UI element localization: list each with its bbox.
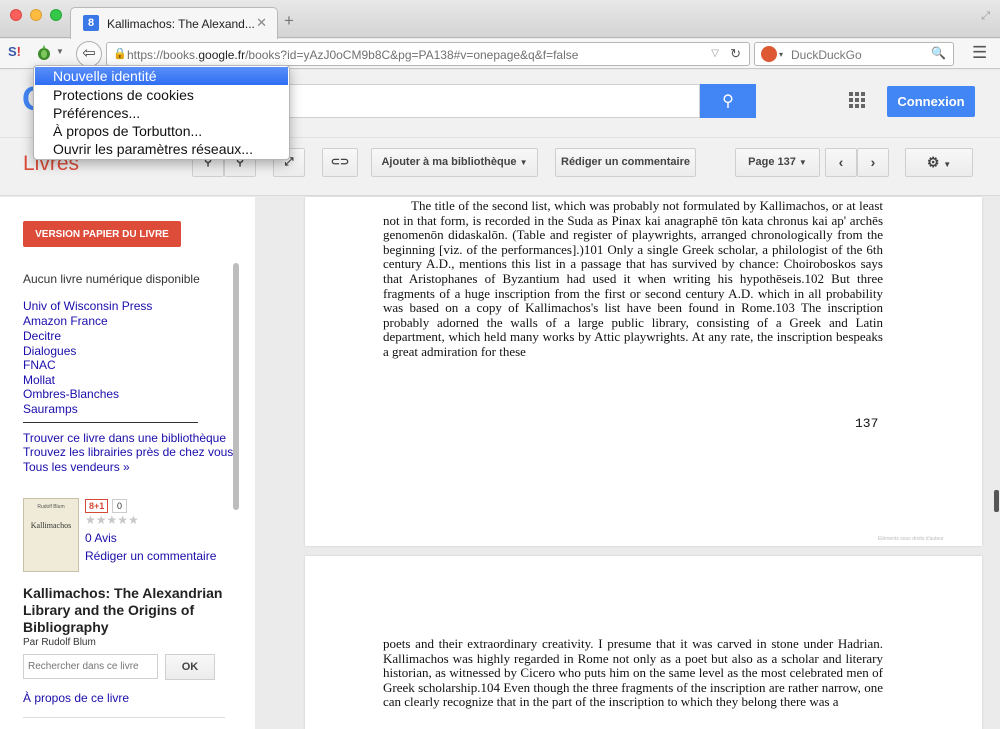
find-bookstores-link[interactable]: Trouvez les librairies près de chez vous bbox=[23, 445, 233, 459]
new-tab-button[interactable]: + bbox=[284, 11, 294, 31]
seller-link[interactable]: FNAC bbox=[23, 358, 56, 372]
add-to-library-button[interactable]: Ajouter à ma bibliothèque ▼ bbox=[371, 148, 538, 177]
seller-link[interactable]: Dialogues bbox=[23, 344, 76, 358]
seller-link[interactable]: Sauramps bbox=[23, 402, 78, 416]
all-sellers-link[interactable]: Tous les vendeurs » bbox=[23, 460, 130, 474]
settings-button[interactable]: ⚙ ▼ bbox=[905, 148, 973, 177]
copyright-note: Éléments sous droits d'auteur bbox=[878, 536, 944, 542]
page-scrollbar[interactable] bbox=[994, 490, 999, 512]
divider bbox=[23, 422, 198, 423]
fullscreen-icon[interactable]: ⤢ bbox=[981, 10, 990, 23]
url-text: https://books.google.fr/books?id=yAzJ0oC… bbox=[127, 48, 579, 62]
google-search-button[interactable]: ⚲ bbox=[700, 84, 756, 118]
chevron-down-icon: ▼ bbox=[798, 158, 807, 167]
about-book-link[interactable]: À propos de ce livre bbox=[23, 691, 129, 705]
search-engine-placeholder: DuckDuckGo bbox=[791, 48, 862, 62]
google-books-favicon-icon: 8 bbox=[83, 15, 99, 31]
zoom-window-button[interactable] bbox=[50, 9, 62, 21]
gear-icon: ⚙ bbox=[926, 154, 940, 170]
previous-page-button[interactable]: ‹ bbox=[825, 148, 857, 177]
search-icon: ⚲ bbox=[722, 93, 734, 110]
book-author: Par Rudolf Blum bbox=[23, 637, 96, 648]
link-button[interactable]: ⊂⊃ bbox=[322, 148, 358, 177]
lock-icon: 🔒 bbox=[113, 48, 127, 60]
seller-link[interactable]: Ombres-Blanches bbox=[23, 387, 119, 401]
seller-link[interactable]: Mollat bbox=[23, 373, 55, 387]
link-icon: ⊂⊃ bbox=[330, 156, 350, 168]
book-cover-thumbnail[interactable]: Rudolf Blum Kallimachos bbox=[23, 498, 79, 572]
write-review-link[interactable]: Rédiger un commentaire bbox=[85, 549, 216, 563]
url-dropdown-icon[interactable]: ▽ bbox=[711, 48, 719, 59]
seller-link[interactable]: Amazon France bbox=[23, 314, 108, 328]
cover-title: Kallimachos bbox=[30, 521, 72, 530]
page-selector[interactable]: Page 137 ▼ bbox=[735, 148, 820, 177]
sidebar-scrollbar[interactable] bbox=[233, 263, 239, 510]
menu-item-new-identity[interactable]: Nouvelle identité bbox=[35, 67, 288, 85]
s-addon-icon[interactable]: S! bbox=[8, 44, 21, 59]
next-page-button[interactable]: › bbox=[857, 148, 889, 177]
url-bar[interactable]: 🔒 https://books.google.fr/books?id=yAzJ0… bbox=[106, 42, 750, 66]
rating-stars: ★★★★★ bbox=[85, 513, 139, 527]
menu-item-cookie-protections[interactable]: Protections de cookies bbox=[35, 86, 288, 104]
page-text: poets and their extraordinary creativity… bbox=[383, 636, 883, 710]
duckduckgo-icon[interactable] bbox=[761, 46, 777, 62]
gplus-button[interactable]: 8+1 bbox=[85, 499, 109, 513]
seller-link[interactable]: Decitre bbox=[23, 329, 61, 343]
reload-icon[interactable]: ↻ bbox=[730, 46, 741, 62]
minimize-window-button[interactable] bbox=[30, 9, 42, 21]
browser-tab[interactable]: 8 Kallimachos: The Alexand... ✕ bbox=[70, 7, 278, 39]
chevron-right-icon: › bbox=[870, 154, 876, 170]
page-text: The title of the second list, which was … bbox=[383, 198, 883, 359]
search-in-book-ok-button[interactable]: OK bbox=[165, 654, 215, 680]
menu-item-preferences[interactable]: Préférences... bbox=[35, 104, 288, 122]
book-title: Kallimachos: The Alexandrian Library and… bbox=[23, 585, 223, 635]
back-button[interactable]: ⇦ bbox=[76, 41, 102, 67]
engine-dropdown-icon[interactable]: ▾ bbox=[779, 50, 783, 59]
reviews-count-link[interactable]: 0 Avis bbox=[85, 531, 117, 545]
seller-link[interactable]: Univ of Wisconsin Press bbox=[23, 299, 152, 313]
torbutton-menu: Nouvelle identité Protections de cookies… bbox=[33, 65, 290, 160]
tab-close-icon[interactable]: ✕ bbox=[256, 15, 267, 31]
apps-grid-icon[interactable] bbox=[849, 92, 865, 108]
search-icon[interactable]: 🔍 bbox=[931, 46, 946, 60]
torbutton-dropdown-icon[interactable]: ▼ bbox=[56, 47, 64, 56]
signin-button[interactable]: Connexion bbox=[887, 86, 975, 117]
print-version-button[interactable]: VERSION PAPIER DU LIVRE bbox=[23, 221, 181, 247]
hamburger-menu-icon[interactable]: ☰ bbox=[972, 43, 987, 63]
cover-author: Rudolf Blum bbox=[37, 504, 65, 510]
search-in-book-input[interactable] bbox=[23, 654, 158, 679]
write-review-button[interactable]: Rédiger un commentaire bbox=[555, 148, 696, 177]
menu-item-about-torbutton[interactable]: À propos de Torbutton... bbox=[35, 122, 288, 140]
google-search-input[interactable] bbox=[268, 84, 700, 118]
printed-page-number: 137 bbox=[855, 416, 879, 431]
torbutton-onion-icon[interactable] bbox=[36, 43, 52, 61]
chevron-down-icon: ▼ bbox=[943, 160, 952, 169]
chevron-down-icon: ▼ bbox=[519, 158, 528, 167]
search-engine-bar[interactable]: ▾ DuckDuckGo 🔍 bbox=[754, 42, 954, 66]
chevron-left-icon: ‹ bbox=[838, 154, 844, 170]
gplus-count: 0 bbox=[112, 499, 128, 513]
tab-title: Kallimachos: The Alexand... bbox=[107, 17, 255, 31]
divider bbox=[23, 717, 225, 718]
no-ebook-text: Aucun livre numérique disponible bbox=[23, 272, 200, 286]
close-window-button[interactable] bbox=[10, 9, 22, 21]
menu-item-network-settings[interactable]: Ouvrir les paramètres réseaux... bbox=[35, 140, 288, 158]
find-library-link[interactable]: Trouver ce livre dans une bibliothèque bbox=[23, 431, 226, 445]
